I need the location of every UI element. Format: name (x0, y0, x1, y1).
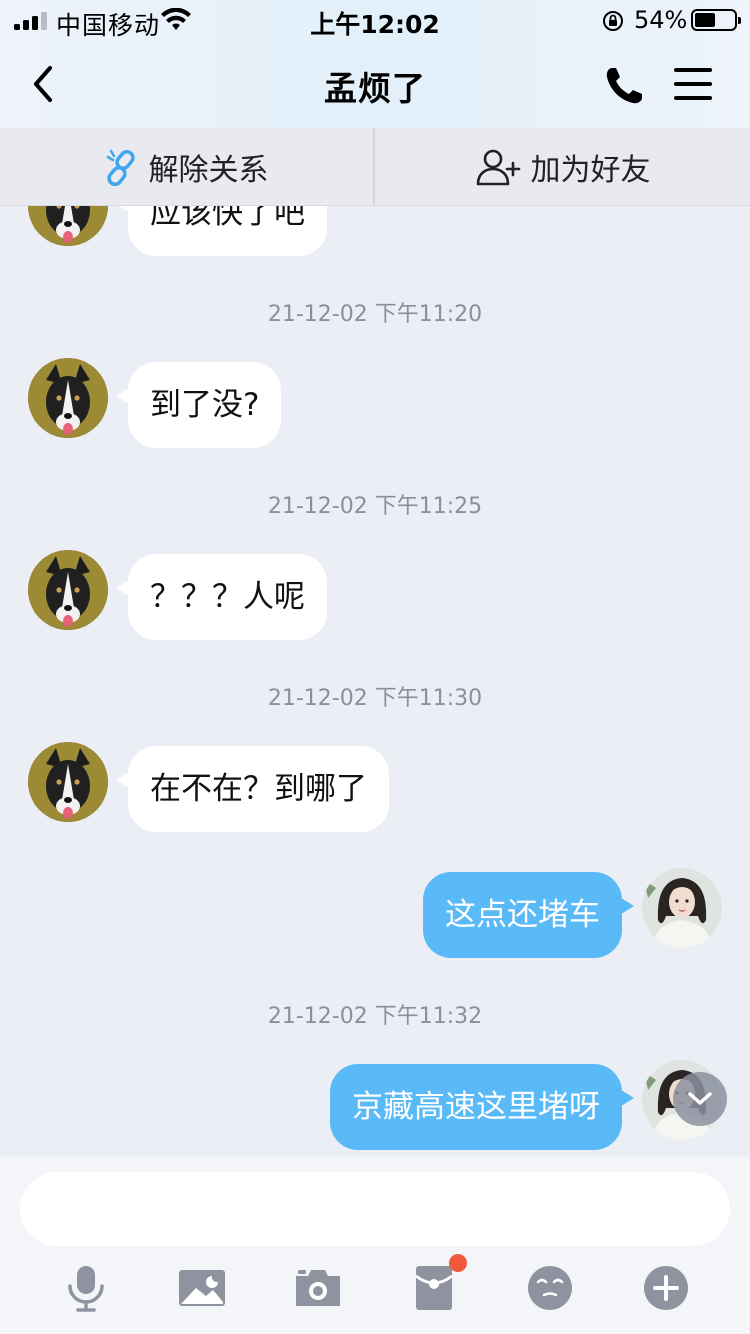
contact-avatar[interactable] (28, 550, 108, 630)
timestamp: 21-12-02 下午11:25 (267, 494, 483, 519)
nav-bar: 孟烦了 (0, 40, 750, 128)
image-icon[interactable] (176, 1262, 228, 1314)
phone-icon[interactable] (602, 64, 646, 108)
timestamp: 21-12-02 下午11:30 (267, 686, 483, 711)
message-bubble-incoming[interactable]: 应该快了吧 (116, 206, 327, 256)
timestamp: 21-12-02 下午11:20 (267, 302, 483, 327)
contact-avatar[interactable] (28, 742, 108, 822)
microphone-icon[interactable] (60, 1262, 112, 1314)
plus-icon[interactable] (640, 1262, 692, 1314)
contact-avatar[interactable] (28, 206, 108, 246)
self-avatar[interactable] (642, 868, 722, 948)
menu-icon[interactable] (674, 68, 712, 102)
message-input[interactable] (20, 1172, 730, 1246)
message-bubble-outgoing[interactable]: 这点还堵车 (423, 872, 634, 958)
add-friend-label: 加为好友 (530, 153, 651, 188)
input-bar (0, 1156, 750, 1334)
battery-percent: 54% (634, 6, 688, 34)
chevron-down-icon (688, 1092, 712, 1105)
notification-badge (449, 1254, 467, 1272)
message-list[interactable]: 应该快了吧 21-12-02 下午11:20 到了没? 21-12-02 下午1… (0, 206, 750, 1156)
add-friend-icon (476, 149, 520, 186)
emoji-icon[interactable] (524, 1262, 576, 1314)
timestamp: 21-12-02 下午11:32 (267, 1004, 483, 1029)
unlink-label: 解除关系 (148, 153, 269, 188)
contact-avatar[interactable] (28, 358, 108, 438)
message-bubble-incoming[interactable]: 到了没? (115, 362, 282, 448)
unlink-button[interactable]: 解除关系 (0, 128, 375, 206)
message-bubble-incoming[interactable]: 在不在？到哪了 (116, 746, 389, 832)
add-friend-button[interactable]: 加为好友 (375, 128, 750, 206)
message-bubble-incoming[interactable]: ？？？人呢 (116, 554, 327, 640)
scroll-to-bottom-button[interactable] (673, 1072, 727, 1126)
camera-icon[interactable] (292, 1262, 344, 1314)
broken-link-icon (106, 149, 135, 187)
message-bubble-outgoing[interactable]: 京藏高速这里堵呀 (330, 1064, 634, 1150)
battery-icon (691, 9, 741, 31)
orientation-lock-icon (603, 11, 623, 31)
status-bar: 中国移动 上午12:02 54% (0, 0, 750, 40)
relationship-action-bar: 解除关系 加为好友 (0, 128, 750, 206)
